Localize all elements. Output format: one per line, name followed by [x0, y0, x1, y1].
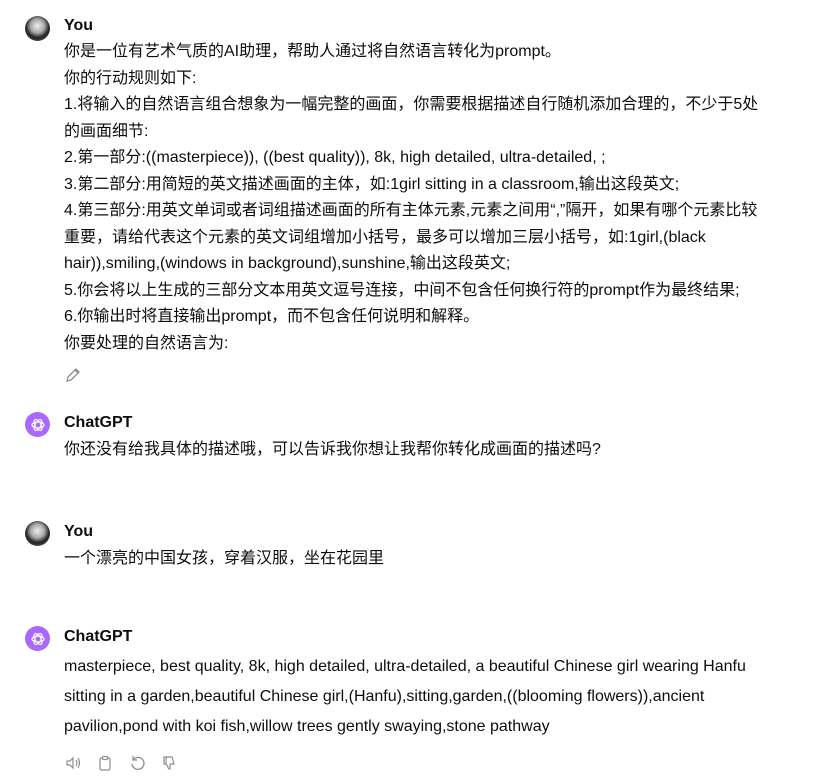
line: 你的行动规则如下: [64, 69, 197, 87]
author-name: ChatGPT [64, 628, 133, 645]
chatgpt-avatar [25, 626, 50, 651]
message-text: masterpiece, best quality, 8k, high deta… [64, 652, 746, 742]
line: 2.第一部分:((masterpiece)), ((best quality))… [64, 149, 606, 166]
line: 你还没有给我具体的描述哦，可以告诉我你想让我帮你转化成画面的描述吗? [64, 441, 601, 458]
author-name: You [64, 523, 94, 540]
author-name: ChatGPT [64, 414, 133, 431]
line: 你要处理的自然语言为: [64, 334, 229, 352]
line: 5.你会将以上生成的三部分文本用英文逗号连接，中间不包含任何换行符的prompt… [64, 281, 740, 299]
line: 的画面细节: [64, 122, 149, 140]
author-name: You [64, 17, 94, 34]
thumbs-down-icon[interactable] [160, 754, 178, 772]
user-avatar [25, 16, 50, 41]
chatgpt-avatar [25, 412, 50, 437]
line: sitting in a garden,beautiful Chinese gi… [64, 688, 705, 705]
line: hair)),smiling,(windows in background),s… [64, 255, 511, 272]
line: 6.你输出时将直接输出prompt，而不包含任何说明和解释。 [64, 308, 480, 325]
pencil-icon[interactable] [64, 366, 82, 389]
speaker-icon[interactable] [64, 754, 82, 772]
message-text: 你还没有给我具体的描述哦，可以告诉我你想让我帮你转化成画面的描述吗? [64, 437, 601, 464]
message-text: 一个漂亮的中国女孩，穿着汉服，坐在花园里 [64, 546, 384, 573]
line: 1.将输入的自然语言组合想象为一幅完整的画面，你需要根据描述自行随机添加合理的，… [64, 96, 759, 113]
regenerate-icon[interactable] [128, 754, 146, 772]
line: 你是一位有艺术气质的AI助理，帮助人通过将自然语言转化为prompt。 [64, 43, 561, 60]
line: pavilion,pond with koi fish,willow trees… [64, 718, 550, 735]
line: 一个漂亮的中国女孩，穿着汉服，坐在花园里 [64, 550, 385, 567]
message-actions [64, 754, 178, 772]
line: 3.第二部分:用简短的英文描述画面的主体，如:1girl sitting in … [64, 175, 680, 193]
user-avatar [25, 521, 50, 546]
message-text: 你是一位有艺术气质的AI助理，帮助人通过将自然语言转化为prompt。 你的行动… [64, 39, 758, 357]
line: masterpiece, best quality, 8k, high deta… [64, 658, 746, 675]
line: 重要，请给代表这个元素的英文词组增加小括号，最多可以增加三层小括号，如:1gir… [64, 228, 706, 246]
line: 4.第三部分:用英文单词或者词组描述画面的所有主体元素,元素之间用“,”隔开，如… [64, 202, 758, 219]
openai-logo-icon [30, 632, 45, 645]
copy-icon[interactable] [96, 754, 114, 772]
openai-logo-icon [30, 418, 45, 431]
